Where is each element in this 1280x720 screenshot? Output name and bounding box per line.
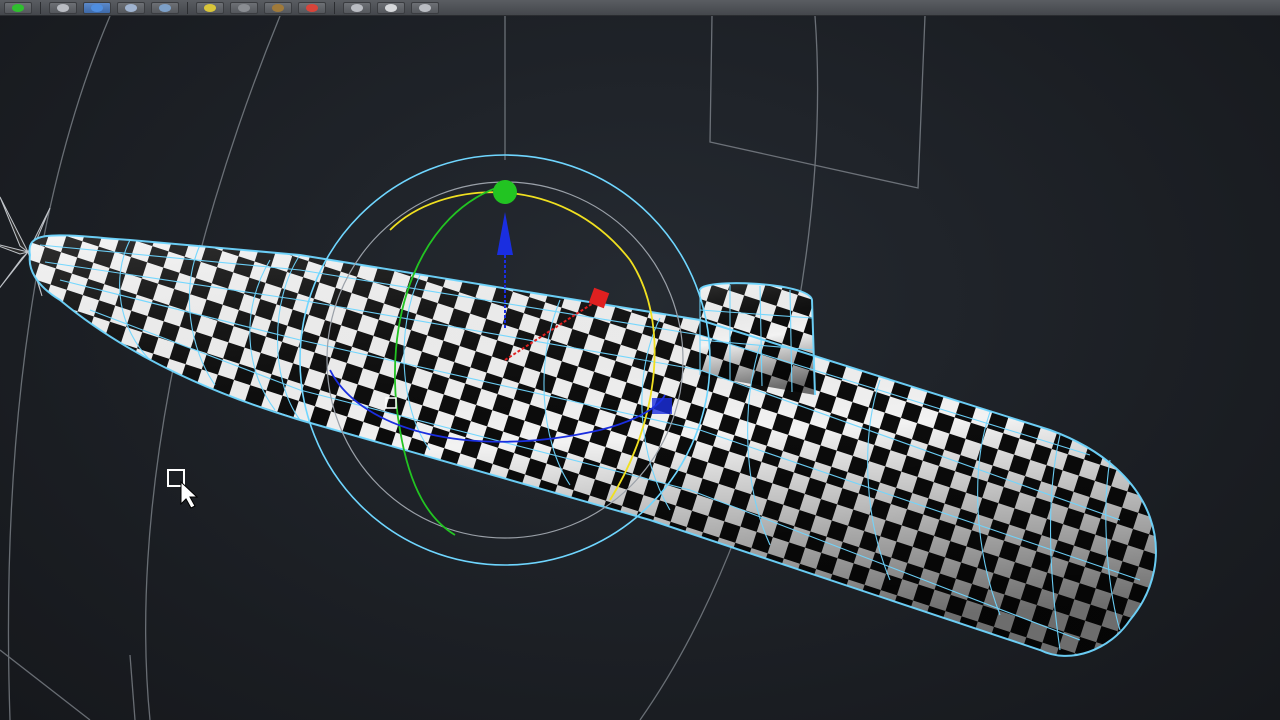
viewport-scene[interactable] bbox=[0, 16, 1280, 720]
blue-teapot-icon bbox=[91, 3, 103, 12]
info-button[interactable] bbox=[151, 1, 179, 14]
wrench-icon bbox=[419, 3, 431, 12]
green-square-button[interactable] bbox=[4, 1, 32, 14]
info-icon bbox=[159, 3, 171, 12]
render-frame-button[interactable] bbox=[49, 1, 77, 14]
box-button[interactable] bbox=[343, 1, 371, 14]
main-toolbar bbox=[0, 0, 1280, 16]
blue-teapot-button[interactable] bbox=[83, 1, 111, 14]
box-icon bbox=[351, 3, 363, 12]
teapot-button[interactable] bbox=[117, 1, 145, 14]
gizmo-pivot bbox=[652, 398, 672, 414]
toolbar-separator bbox=[40, 1, 41, 14]
arc-guide-1 bbox=[7, 16, 111, 720]
gray-cylinder-icon bbox=[238, 3, 250, 12]
arc-guide-5 bbox=[0, 649, 91, 720]
frame-button[interactable] bbox=[377, 1, 405, 14]
yellow-sphere-icon bbox=[204, 3, 216, 12]
green-square-icon bbox=[12, 3, 24, 12]
bronze-sphere-button[interactable] bbox=[264, 1, 292, 14]
gizmo-y-handle bbox=[493, 180, 517, 204]
3d-viewport[interactable] bbox=[0, 16, 1280, 720]
render-frame-icon bbox=[57, 3, 69, 12]
gray-cylinder-button[interactable] bbox=[230, 1, 258, 14]
wrench-button[interactable] bbox=[411, 1, 439, 14]
frame-icon bbox=[385, 3, 397, 12]
teapot-icon bbox=[125, 3, 137, 12]
gizmo-z-arrow bbox=[497, 212, 513, 255]
red-arrow-icon bbox=[306, 3, 318, 12]
bronze-sphere-icon bbox=[272, 3, 284, 12]
yellow-sphere-button[interactable] bbox=[196, 1, 224, 14]
toolbar-separator bbox=[187, 1, 188, 14]
arc-guide-6 bbox=[129, 654, 136, 720]
red-arrow-button[interactable] bbox=[298, 1, 326, 14]
mouse-cursor bbox=[167, 469, 199, 509]
toolbar-separator bbox=[334, 1, 335, 14]
